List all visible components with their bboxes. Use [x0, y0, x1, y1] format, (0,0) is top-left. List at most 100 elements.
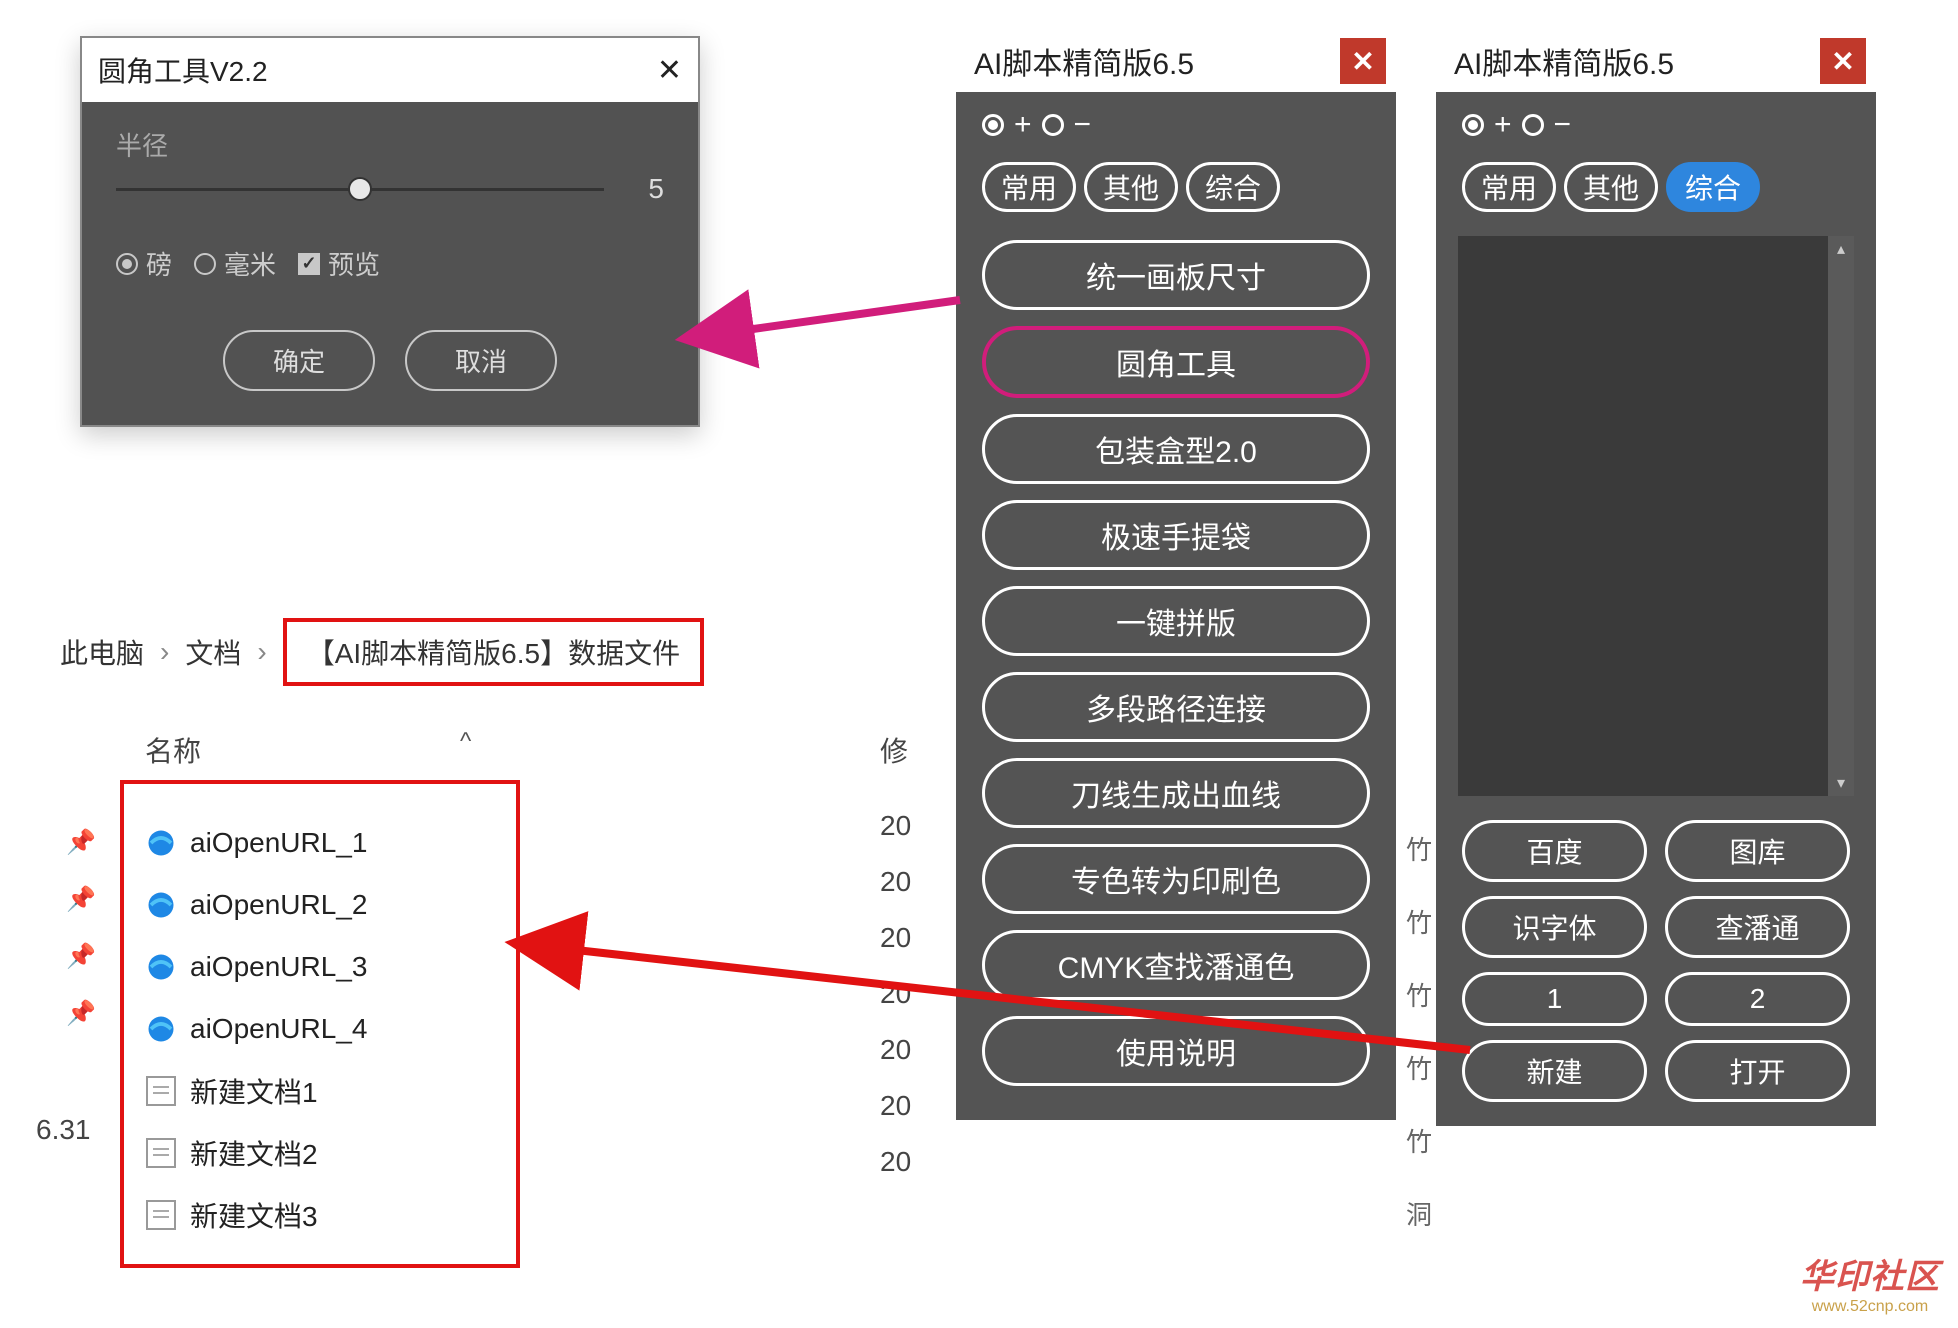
dialog-buttons: 确定 取消: [116, 330, 664, 391]
watermark-logo: 华印社区: [1800, 1249, 1940, 1298]
crumb-current[interactable]: 【AI脚本精简版6.5】数据文件: [283, 618, 704, 686]
ok-button[interactable]: 确定: [223, 330, 375, 391]
panel1-close-button[interactable]: ✕: [1340, 38, 1386, 84]
url-file-icon: [146, 828, 176, 858]
script-button[interactable]: 统一画板尺寸: [982, 240, 1370, 310]
text-file-icon: [146, 1076, 176, 1106]
quick-link-button[interactable]: 识字体: [1462, 896, 1647, 958]
cancel-button[interactable]: 取消: [405, 330, 557, 391]
modified-cell: 20: [880, 1090, 911, 1122]
quick-link-button[interactable]: 新建: [1462, 1040, 1647, 1102]
script-button[interactable]: CMYK查找潘通色: [982, 930, 1370, 1000]
radio-off-icon[interactable]: [1042, 114, 1064, 136]
file-list: aiOpenURL_1 aiOpenURL_2 aiOpenURL_3 aiOpenU…: [120, 780, 520, 1268]
minus-label: −: [1074, 108, 1092, 142]
modified-cell: 20: [880, 1034, 911, 1066]
dialog-title: 圆角工具V2.2: [98, 50, 268, 90]
file-row[interactable]: aiOpenURL_4: [146, 998, 494, 1060]
panel2-listbox[interactable]: ▴ ▾: [1458, 236, 1854, 796]
sort-caret-icon[interactable]: ^: [460, 728, 471, 756]
scroll-up-icon[interactable]: ▴: [1828, 236, 1854, 262]
quick-link-button[interactable]: 图库: [1665, 820, 1850, 882]
quick-link-button[interactable]: 2: [1665, 972, 1850, 1026]
panel2-tab[interactable]: 其他: [1564, 162, 1658, 212]
modified-cell: 20: [880, 978, 911, 1010]
url-file-icon: [146, 1014, 176, 1044]
panel1-tabs: 常用其他综合: [956, 148, 1396, 226]
watermark-url: www.52cnp.com: [1800, 1298, 1940, 1316]
script-button[interactable]: 圆角工具: [982, 326, 1370, 398]
modified-cell: 20: [880, 866, 911, 898]
radio-on-icon[interactable]: [1462, 114, 1484, 136]
quick-link-button[interactable]: 查潘通: [1665, 896, 1850, 958]
radio-off-icon: [194, 253, 216, 275]
column-name-header[interactable]: 名称: [145, 730, 201, 770]
script-button[interactable]: 多段路径连接: [982, 672, 1370, 742]
close-icon[interactable]: ✕: [657, 53, 682, 88]
panel1-tab[interactable]: 综合: [1186, 162, 1280, 212]
fragment-char: 竹: [1406, 903, 1432, 940]
modified-cell: 20: [880, 922, 911, 954]
script-button[interactable]: 一键拼版: [982, 586, 1370, 656]
panel2-tab[interactable]: 常用: [1462, 162, 1556, 212]
minus-label: −: [1554, 108, 1572, 142]
file-name: aiOpenURL_3: [190, 951, 367, 983]
quick-link-button[interactable]: 打开: [1665, 1040, 1850, 1102]
radius-slider-row: 5: [116, 173, 664, 205]
column-modified-header[interactable]: 修: [880, 730, 908, 770]
script-panel-main: AI脚本精简版6.5 ✕ + − 常用其他综合 统一画板尺寸圆角工具包装盒型2.…: [956, 30, 1396, 1120]
text-file-icon: [146, 1200, 176, 1230]
preview-toggle[interactable]: ✓ 预览: [298, 245, 380, 282]
slider-thumb[interactable]: [348, 177, 372, 201]
panel2-mode-row: + −: [1436, 92, 1876, 148]
file-name: aiOpenURL_2: [190, 889, 367, 921]
crumb-docs[interactable]: 文档: [185, 632, 241, 672]
unit-pound-label: 磅: [146, 245, 172, 282]
quick-link-button[interactable]: 百度: [1462, 820, 1647, 882]
url-file-icon: [146, 952, 176, 982]
radio-on-icon: [116, 253, 138, 275]
crumb-root[interactable]: 此电脑: [60, 632, 144, 672]
script-button[interactable]: 专色转为印刷色: [982, 844, 1370, 914]
radio-on-icon[interactable]: [982, 114, 1004, 136]
preview-label: 预览: [328, 245, 380, 282]
panel1-tab[interactable]: 常用: [982, 162, 1076, 212]
file-row[interactable]: aiOpenURL_1: [146, 812, 494, 874]
fragment-char: 竹: [1406, 1122, 1432, 1159]
file-row[interactable]: 新建文档3: [146, 1184, 494, 1246]
checkbox-on-icon: ✓: [298, 253, 320, 275]
fragment-char: 洞: [1406, 1195, 1432, 1232]
panel2-titlebar: AI脚本精简版6.5 ✕: [1436, 30, 1876, 92]
panel1-tab[interactable]: 其他: [1084, 162, 1178, 212]
modified-cell: 20: [880, 1146, 911, 1178]
plus-label: +: [1494, 108, 1512, 142]
radio-off-icon[interactable]: [1522, 114, 1544, 136]
pin-icon: 📌: [66, 885, 96, 914]
panel2-tab[interactable]: 综合: [1666, 162, 1760, 212]
file-row[interactable]: aiOpenURL_2: [146, 874, 494, 936]
panel2-close-button[interactable]: ✕: [1820, 38, 1866, 84]
radius-slider[interactable]: [116, 188, 604, 191]
script-button[interactable]: 刀线生成出血线: [982, 758, 1370, 828]
scrollbar[interactable]: ▴ ▾: [1828, 236, 1854, 796]
script-button[interactable]: 包装盒型2.0: [982, 414, 1370, 484]
extra-text: 6.31: [36, 1114, 91, 1146]
quick-access-pins: 📌 📌 📌 📌: [66, 828, 96, 1028]
panel1-mode-row: + −: [956, 92, 1396, 148]
radius-label: 半径: [116, 126, 664, 163]
panel1-title: AI脚本精简版6.5: [974, 39, 1194, 83]
panel2-title: AI脚本精简版6.5: [1454, 39, 1674, 83]
unit-mm[interactable]: 毫米: [194, 245, 276, 282]
pin-icon: 📌: [66, 828, 96, 857]
file-row[interactable]: 新建文档1: [146, 1060, 494, 1122]
panel1-button-list: 统一画板尺寸圆角工具包装盒型2.0 极速手提袋一键拼版多段路径连接刀线生成出血线专…: [956, 226, 1396, 1100]
rounded-corner-dialog: 圆角工具V2.2 ✕ 半径 5 磅 毫米 ✓ 预览 确定: [80, 36, 700, 427]
quick-link-button[interactable]: 1: [1462, 972, 1647, 1026]
scroll-down-icon[interactable]: ▾: [1828, 770, 1854, 796]
script-button[interactable]: 极速手提袋: [982, 500, 1370, 570]
unit-mm-label: 毫米: [224, 245, 276, 282]
unit-pound[interactable]: 磅: [116, 245, 172, 282]
file-row[interactable]: aiOpenURL_3: [146, 936, 494, 998]
file-row[interactable]: 新建文档2: [146, 1122, 494, 1184]
script-button[interactable]: 使用说明: [982, 1016, 1370, 1086]
